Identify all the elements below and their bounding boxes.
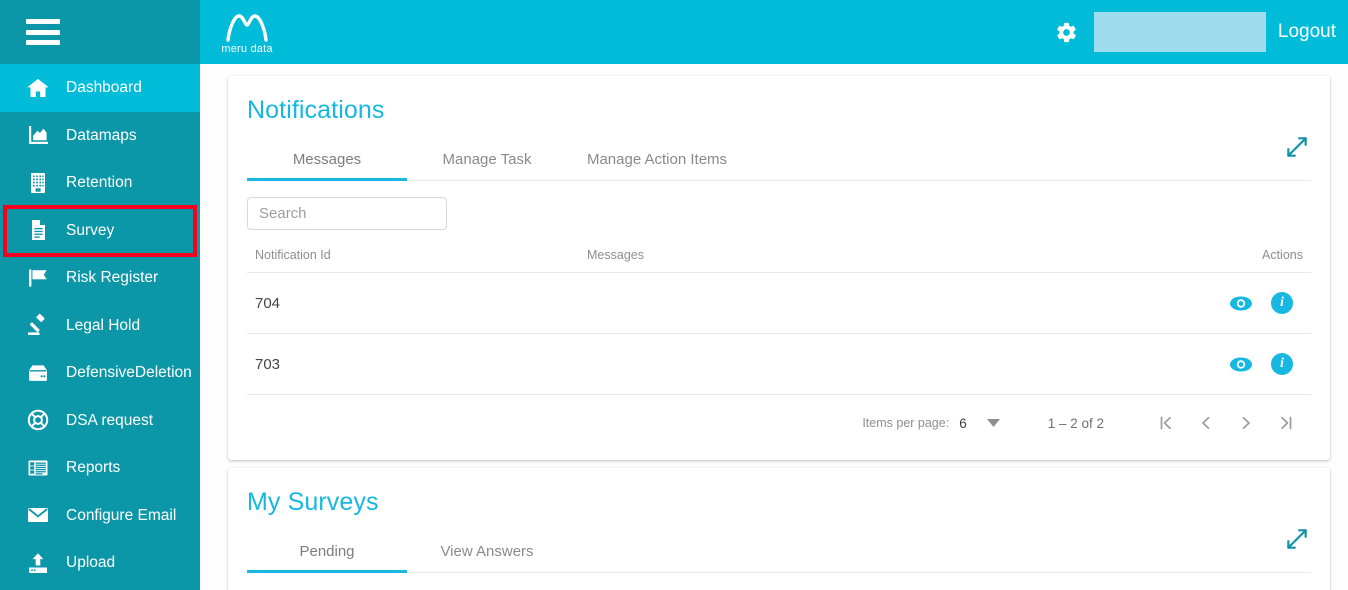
flag-icon	[24, 264, 52, 292]
meru-mountain-logo-icon	[225, 10, 269, 42]
app-root: Dashboard Datamaps Retention Survey Risk…	[0, 0, 1348, 590]
column-header-messages: Messages	[587, 248, 644, 262]
sidebar-item-retention[interactable]: Retention	[0, 159, 200, 207]
envelope-icon	[24, 501, 52, 529]
sidebar-item-risk-register[interactable]: Risk Register	[0, 254, 200, 302]
tab-view-answers[interactable]: View Answers	[407, 533, 567, 572]
page-range-label: 1 – 2 of 2	[1047, 415, 1104, 431]
row-actions: i	[1057, 291, 1303, 315]
main-content: Notifications Messages Manage Task Manag…	[200, 64, 1348, 590]
sidebar-item-legal-hold[interactable]: Legal Hold	[0, 302, 200, 350]
cell-notification-id: 703	[247, 333, 587, 395]
cell-message	[587, 272, 1057, 334]
eye-icon[interactable]	[1229, 291, 1253, 315]
table-header: Notification Id Messages Actions	[247, 230, 1311, 273]
sidebar-item-datamaps[interactable]: Datamaps	[0, 112, 200, 160]
sidebar-item-label: Reports	[66, 459, 121, 476]
sidebar-item-survey[interactable]: Survey	[0, 207, 200, 255]
info-icon[interactable]: i	[1271, 292, 1293, 314]
cell-actions: i	[1057, 272, 1311, 334]
items-per-page-label: Items per page:	[862, 416, 950, 430]
sidebar-item-label: Risk Register	[66, 269, 159, 286]
active-tab-underline	[247, 570, 407, 573]
table-row[interactable]: 703 i	[247, 333, 1311, 395]
column-header-notification-id: Notification Id	[255, 248, 331, 262]
row-actions: i	[1057, 352, 1303, 376]
home-icon	[24, 74, 52, 102]
notifications-title: Notifications	[247, 96, 385, 124]
app-logo-text: meru data	[221, 42, 273, 55]
tab-messages[interactable]: Messages	[247, 141, 407, 180]
tab-manage-action-items[interactable]: Manage Action Items	[567, 141, 747, 180]
user-name-chip[interactable]	[1093, 12, 1266, 52]
notifications-table: Notification Id Messages Actions 704 i 7…	[247, 230, 1311, 395]
sidebar-item-label: Dashboard	[66, 79, 142, 96]
search-input-wrapper[interactable]	[247, 197, 447, 230]
sidebar-item-label: DSA request	[66, 411, 154, 429]
my-surveys-tabs: Pending View Answers	[247, 533, 1311, 573]
sidebar-item-label: Datamaps	[66, 126, 137, 144]
my-surveys-card: My Surveys Pending View Answers	[228, 468, 1330, 590]
cell-message	[587, 333, 1057, 395]
info-icon[interactable]: i	[1271, 353, 1293, 375]
sidebar-item-reports[interactable]: Reports	[0, 444, 200, 492]
lifebuoy-icon	[24, 406, 52, 434]
table-header-row: Notification Id Messages Actions	[247, 230, 1311, 273]
archive-icon	[24, 359, 52, 387]
cell-notification-id: 704	[247, 272, 587, 334]
column-header-actions: Actions	[1262, 248, 1303, 262]
active-tab-underline	[247, 178, 407, 181]
topbar: meru data Logout	[200, 0, 1348, 64]
table-row[interactable]: 704 i	[247, 272, 1311, 334]
my-surveys-title: My Surveys	[247, 488, 379, 516]
document-icon	[24, 216, 52, 244]
chevron-down-icon[interactable]	[986, 419, 1000, 427]
logout-button[interactable]: Logout	[1278, 21, 1336, 43]
notifications-tabs: Messages Manage Task Manage Action Items	[247, 141, 1311, 181]
table-paginator: Items per page: 6 1 – 2 of 2	[228, 395, 1330, 451]
app-logo[interactable]: meru data	[204, 10, 290, 55]
sidebar-item-label: Survey	[66, 221, 115, 239]
tab-pending[interactable]: Pending	[247, 533, 407, 572]
sidebar-item-label: Retention	[66, 174, 133, 191]
sidebar-item-label: Configure Email	[66, 506, 177, 524]
sidebar-item-dashboard[interactable]: Dashboard	[0, 64, 200, 112]
notifications-card: Notifications Messages Manage Task Manag…	[228, 76, 1330, 460]
tab-manage-task[interactable]: Manage Task	[407, 141, 567, 180]
upload-icon	[24, 549, 52, 577]
items-per-page-value[interactable]: 6	[959, 416, 967, 431]
next-page-icon[interactable]	[1226, 403, 1266, 443]
prev-page-icon[interactable]	[1186, 403, 1226, 443]
chart-area-icon	[24, 121, 52, 149]
sidebar-item-defensive-deletion[interactable]: DefensiveDeletion	[0, 349, 200, 397]
gear-icon[interactable]	[1050, 15, 1084, 49]
gavel-icon	[24, 311, 52, 339]
sidebar-header	[0, 0, 200, 64]
list-icon	[24, 454, 52, 482]
sidebar-item-label: Upload	[66, 554, 116, 571]
sidebar-item-upload[interactable]: Upload	[0, 539, 200, 587]
eye-icon[interactable]	[1229, 352, 1253, 376]
sidebar-item-label: DefensiveDeletion	[66, 364, 192, 381]
hamburger-icon[interactable]	[26, 19, 60, 45]
last-page-icon[interactable]	[1266, 403, 1306, 443]
table-body: 704 i 703 i	[247, 272, 1311, 395]
cell-actions: i	[1057, 333, 1311, 395]
sidebar-item-label: Legal Hold	[66, 316, 141, 334]
sidebar-item-dsa-request[interactable]: DSA request	[0, 397, 200, 445]
sidebar-item-configure-email[interactable]: Configure Email	[0, 492, 200, 540]
first-page-icon[interactable]	[1146, 403, 1186, 443]
building-icon	[24, 169, 52, 197]
search-input[interactable]	[248, 198, 446, 229]
sidebar: Dashboard Datamaps Retention Survey Risk…	[0, 0, 200, 590]
